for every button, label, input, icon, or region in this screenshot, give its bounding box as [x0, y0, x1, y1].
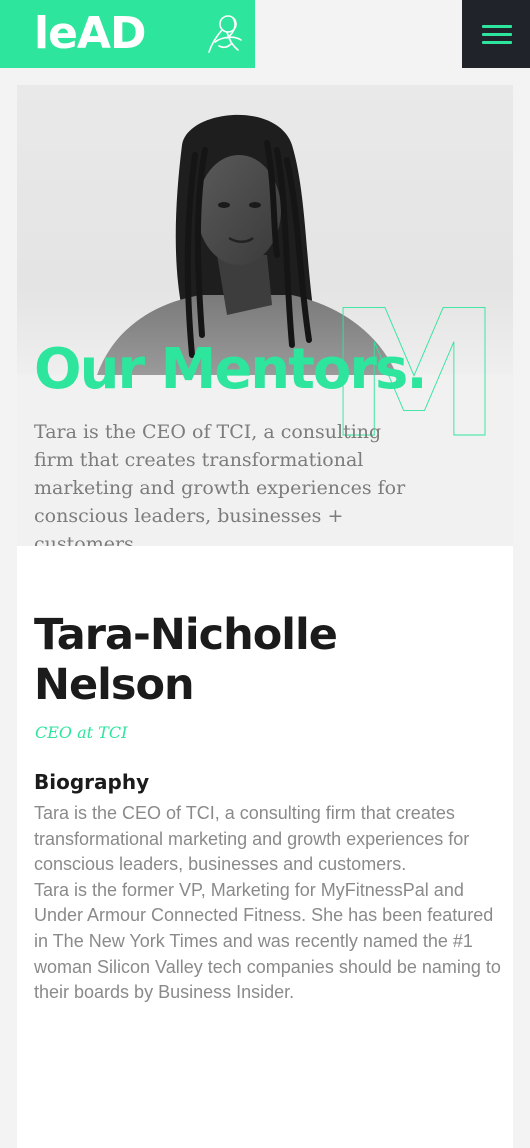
- biography-paragraph: Tara is the CEO of TCI, a consulting fir…: [34, 803, 470, 875]
- mentor-role: CEO at TCI: [35, 723, 128, 742]
- biography-heading: Biography: [34, 770, 150, 794]
- hero-section: M Our Mentors. Tara is the CEO of TCI, a…: [17, 85, 513, 546]
- logo-bar[interactable]: leAD: [0, 0, 255, 68]
- mentor-card: Tara-Nicholle Nelson CEO at TCI Biograph…: [17, 546, 513, 1148]
- mentor-name: Tara-Nicholle Nelson: [34, 610, 338, 710]
- hero-description: Tara is the CEO of TCI, a consulting fir…: [34, 421, 406, 546]
- biography-paragraph: Tara is the former VP, Marketing for MyF…: [34, 879, 501, 1003]
- hamburger-line: [482, 33, 512, 36]
- biography-text: Tara is the CEO of TCI, a consulting fir…: [34, 801, 504, 1006]
- ribbon-monogram-icon: [208, 15, 242, 53]
- hamburger-line: [482, 25, 512, 28]
- menu-button[interactable]: [462, 0, 530, 68]
- logo-text: leAD: [34, 8, 146, 59]
- hamburger-line: [482, 41, 512, 44]
- page-title: Our Mentors.: [34, 337, 428, 402]
